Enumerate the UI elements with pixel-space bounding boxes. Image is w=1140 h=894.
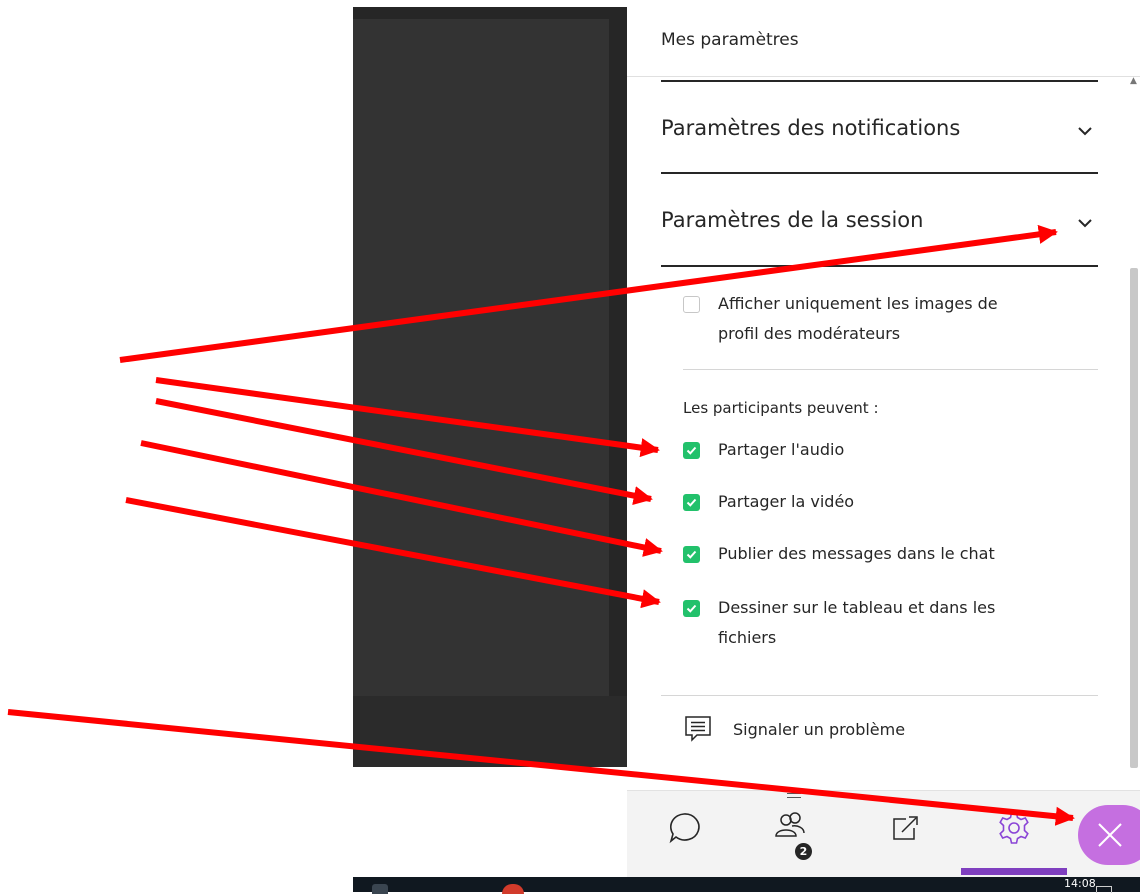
- option-label: Publier des messages dans le chat: [718, 544, 995, 563]
- option-label: Dessiner sur le tableau et dans les: [718, 598, 996, 617]
- participants-icon: [775, 812, 805, 837]
- session-blank-area: [353, 767, 627, 877]
- post-chat-checkbox[interactable]: [683, 546, 700, 563]
- option-label: profil des modérateurs: [718, 324, 901, 343]
- taskbar-app-icon[interactable]: [372, 884, 388, 894]
- panel-scrollbar[interactable]: [1130, 268, 1138, 768]
- checkmark-icon: [686, 550, 697, 559]
- notifications-settings-header[interactable]: Paramètres des notifications: [661, 116, 960, 140]
- session-settings-header[interactable]: Paramètres de la session: [661, 208, 923, 232]
- draw-whiteboard-checkbox[interactable]: [683, 600, 700, 617]
- post-chat-option[interactable]: Publier des messages dans le chat: [683, 544, 995, 569]
- panel-header-divider: [627, 76, 1140, 77]
- participants-count-badge: 2: [795, 843, 812, 860]
- section-divider: [661, 172, 1098, 174]
- draw-whiteboard-option[interactable]: Dessiner sur le tableau et dans les fich…: [683, 598, 995, 653]
- panel-title: Mes paramètres: [661, 30, 799, 50]
- participants-can-label: Les participants peuvent :: [683, 399, 879, 417]
- feedback-icon: [685, 716, 711, 742]
- moderator-images-checkbox[interactable]: [683, 296, 700, 313]
- taskbar-clock: 14:08: [1064, 877, 1096, 890]
- session-stage-footer: [353, 696, 627, 767]
- option-label: Partager la vidéo: [718, 492, 855, 511]
- checkmark-icon: [686, 446, 697, 455]
- option-label: fichiers: [718, 628, 777, 647]
- moderator-images-option[interactable]: Afficher uniquement les images de profil…: [683, 294, 998, 349]
- share-video-option[interactable]: Partager la vidéo: [683, 492, 854, 517]
- option-label: Afficher uniquement les images de: [718, 294, 998, 313]
- scroll-up-arrow-icon[interactable]: ▲: [1130, 76, 1137, 86]
- active-tab-indicator: [961, 868, 1067, 875]
- section-divider: [661, 265, 1098, 267]
- checkmark-icon: [686, 498, 697, 507]
- report-problem-button[interactable]: Signaler un problème: [683, 714, 905, 744]
- settings-tab[interactable]: [994, 808, 1034, 848]
- session-content-area: [353, 19, 609, 696]
- chat-tab[interactable]: [664, 808, 704, 848]
- gear-icon: [999, 812, 1029, 844]
- share-video-checkbox[interactable]: [683, 494, 700, 511]
- chevron-down-icon[interactable]: [1074, 120, 1096, 142]
- checkmark-icon: [686, 604, 697, 613]
- report-problem-label: Signaler un problème: [733, 719, 906, 739]
- drag-handle-icon[interactable]: [787, 793, 801, 801]
- close-icon: [1098, 823, 1122, 847]
- section-divider: [661, 80, 1098, 82]
- close-panel-button[interactable]: [1078, 805, 1140, 865]
- share-content-icon: [893, 816, 918, 840]
- chevron-down-icon[interactable]: [1074, 212, 1096, 234]
- share-audio-checkbox[interactable]: [683, 442, 700, 459]
- share-audio-option[interactable]: Partager l'audio: [683, 440, 844, 465]
- option-divider: [683, 369, 1098, 370]
- share-content-tab[interactable]: [886, 808, 926, 848]
- chat-icon: [669, 813, 700, 844]
- participants-tab[interactable]: [770, 808, 810, 848]
- windows-taskbar: [353, 877, 1140, 892]
- option-label: Partager l'audio: [718, 440, 845, 459]
- report-divider: [661, 695, 1098, 696]
